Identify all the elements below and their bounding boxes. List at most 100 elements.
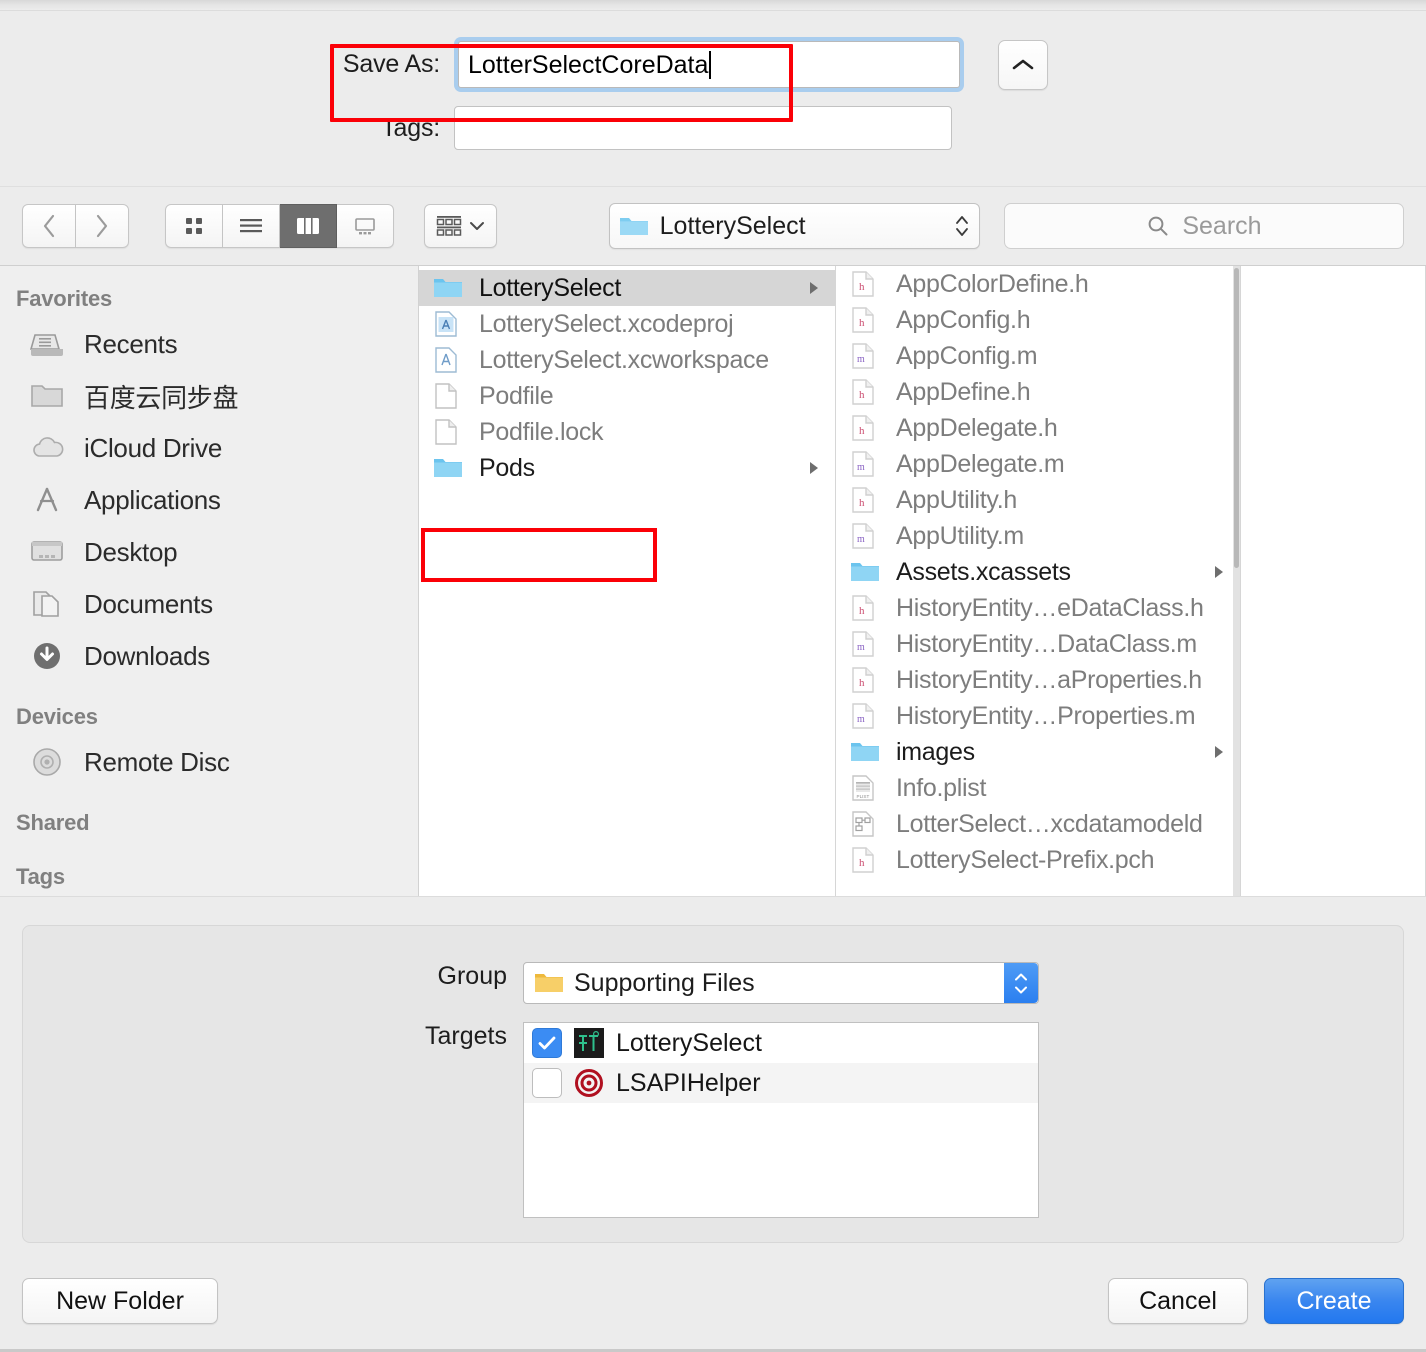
group-popup-button[interactable]: Supporting Files xyxy=(523,962,1039,1004)
tags-input[interactable] xyxy=(454,106,952,150)
group-stepper[interactable] xyxy=(1004,963,1038,1003)
save-as-input[interactable]: LotterSelectCoreData xyxy=(458,41,960,88)
sidebar-item-icloud-drive[interactable]: iCloud Drive xyxy=(0,422,418,474)
gallery-view-icon xyxy=(355,218,375,235)
annotation-box-lotteryselect-row xyxy=(421,528,657,582)
disclosure-triangle-icon xyxy=(810,462,818,474)
file-name: AppDelegate.m xyxy=(896,449,1065,478)
target-checkbox[interactable] xyxy=(532,1028,562,1058)
file-row[interactable]: m HistoryEntity…DataClass.m xyxy=(836,626,1240,662)
target-row[interactable]: LSAPIHelper xyxy=(524,1063,1038,1103)
file-name: LotterySelect.xcworkspace xyxy=(479,345,769,374)
sidebar-item-recents[interactable]: Recents xyxy=(0,318,418,370)
file-row[interactable]: h AppUtility.h xyxy=(836,482,1240,518)
sidebar-item-desktop[interactable]: Desktop xyxy=(0,526,418,578)
xcodeproj-icon xyxy=(433,310,471,338)
view-icon-button[interactable] xyxy=(165,204,223,248)
group-row: Group Supporting Files xyxy=(23,962,1403,1004)
file-row[interactable]: h AppConfig.h xyxy=(836,302,1240,338)
view-gallery-button[interactable] xyxy=(337,204,394,248)
disclosure-toggle-button[interactable] xyxy=(998,39,1048,90)
svg-text:h: h xyxy=(859,281,865,293)
back-button[interactable] xyxy=(22,204,76,248)
tags-label: Tags: xyxy=(381,113,440,142)
file-row[interactable]: m HistoryEntity…Properties.m xyxy=(836,698,1240,734)
bullseye-target-icon xyxy=(575,1069,603,1097)
chevron-up-icon xyxy=(1015,973,1027,980)
sidebar-header-tags: Tags xyxy=(16,864,65,889)
file-row[interactable]: h AppColorDefine.h xyxy=(836,266,1240,302)
file-name: AppUtility.m xyxy=(896,521,1024,550)
folder-gray-icon xyxy=(30,382,76,410)
view-column-button[interactable] xyxy=(280,204,337,248)
header-file-icon: h xyxy=(850,594,888,622)
file-row[interactable]: m AppConfig.m xyxy=(836,338,1240,374)
target-row[interactable]: LotterySelect xyxy=(524,1023,1038,1063)
column-scrollbar-track[interactable] xyxy=(1233,266,1240,896)
column-scrollbar-thumb[interactable] xyxy=(1234,268,1239,568)
sidebar-item-documents[interactable]: Documents xyxy=(0,578,418,630)
file-row[interactable]: h HistoryEntity…aProperties.h xyxy=(836,662,1240,698)
toolbar: LotterySelect Search xyxy=(0,186,1426,265)
forward-button[interactable] xyxy=(76,204,129,248)
sidebar-item-applications[interactable]: Applications xyxy=(0,474,418,526)
file-row[interactable]: h AppDelegate.h xyxy=(836,410,1240,446)
list-view-icon xyxy=(240,219,262,233)
new-folder-button[interactable]: New Folder xyxy=(22,1278,218,1324)
arrange-by-button[interactable] xyxy=(424,204,497,248)
svg-text:h: h xyxy=(859,857,865,869)
browser-column-3[interactable] xyxy=(1241,266,1426,896)
save-as-row: Save As: LotterSelectCoreData xyxy=(0,37,1426,92)
chevron-up-icon xyxy=(1012,59,1034,69)
targets-label: Targets xyxy=(425,1022,507,1050)
view-list-button[interactable] xyxy=(223,204,280,248)
file-row[interactable]: LotterySelect.xcworkspace xyxy=(419,342,835,378)
browser-column-1[interactable]: LotterySelect LotterySelect.xcodeproj Lo… xyxy=(419,266,836,896)
path-popup-button[interactable]: LotterySelect xyxy=(608,203,980,249)
desktop-icon xyxy=(30,538,76,566)
document-icon xyxy=(433,418,471,446)
search-placeholder: Search xyxy=(1182,211,1262,240)
file-row[interactable]: h HistoryEntity…eDataClass.h xyxy=(836,590,1240,626)
document-icon xyxy=(433,382,471,410)
sidebar-item-remote-disc[interactable]: Remote Disc xyxy=(0,736,418,788)
svg-text:m: m xyxy=(857,354,865,365)
updown-chevron-icon xyxy=(956,216,968,236)
source-file-icon: m xyxy=(850,342,888,370)
source-file-icon: m xyxy=(850,522,888,550)
file-row[interactable]: m AppDelegate.m xyxy=(836,446,1240,482)
browser-column-2[interactable]: h AppColorDefine.h h AppConfig.h m AppConfig.… xyxy=(836,266,1241,896)
file-name: HistoryEntity…DataClass.m xyxy=(896,629,1197,658)
file-name: Podfile.lock xyxy=(479,417,604,446)
folder-icon xyxy=(619,218,648,235)
create-button[interactable]: Create xyxy=(1264,1278,1404,1324)
search-input[interactable]: Search xyxy=(1003,203,1404,249)
sidebar-header-favorites: Favorites xyxy=(16,286,113,311)
file-name: images xyxy=(896,737,975,766)
path-popup-label: LotterySelect xyxy=(659,211,806,240)
svg-text:PLIST: PLIST xyxy=(857,794,870,799)
file-row[interactable]: PLIST Info.plist xyxy=(836,770,1240,806)
text-caret xyxy=(709,51,712,79)
cancel-button[interactable]: Cancel xyxy=(1108,1278,1248,1324)
file-row[interactable]: Pods xyxy=(419,450,835,486)
view-mode-group xyxy=(165,204,394,248)
plist-icon: PLIST xyxy=(850,774,888,802)
file-row[interactable]: LotterSelect…xcdatamodeld xyxy=(836,806,1240,842)
file-row[interactable]: Podfile.lock xyxy=(419,414,835,450)
file-row[interactable]: h LotterySelect-Prefix.pch xyxy=(836,842,1240,878)
svg-text:h: h xyxy=(859,317,865,329)
sidebar-item-downloads[interactable]: Downloads xyxy=(0,630,418,682)
file-row[interactable]: LotterySelect.xcodeproj xyxy=(419,306,835,342)
file-row[interactable]: Podfile xyxy=(419,378,835,414)
file-name: Pods xyxy=(479,453,535,482)
file-row[interactable]: h AppDefine.h xyxy=(836,374,1240,410)
cloud-icon xyxy=(30,435,76,461)
target-checkbox[interactable] xyxy=(532,1068,562,1098)
sidebar-item-baidu-sync[interactable]: 百度云同步盘 xyxy=(0,370,418,422)
file-row[interactable]: LotterySelect xyxy=(419,270,835,306)
sidebar-label: Documents xyxy=(84,588,213,619)
file-row[interactable]: images xyxy=(836,734,1240,770)
file-row[interactable]: Assets.xcassets xyxy=(836,554,1240,590)
file-row[interactable]: m AppUtility.m xyxy=(836,518,1240,554)
